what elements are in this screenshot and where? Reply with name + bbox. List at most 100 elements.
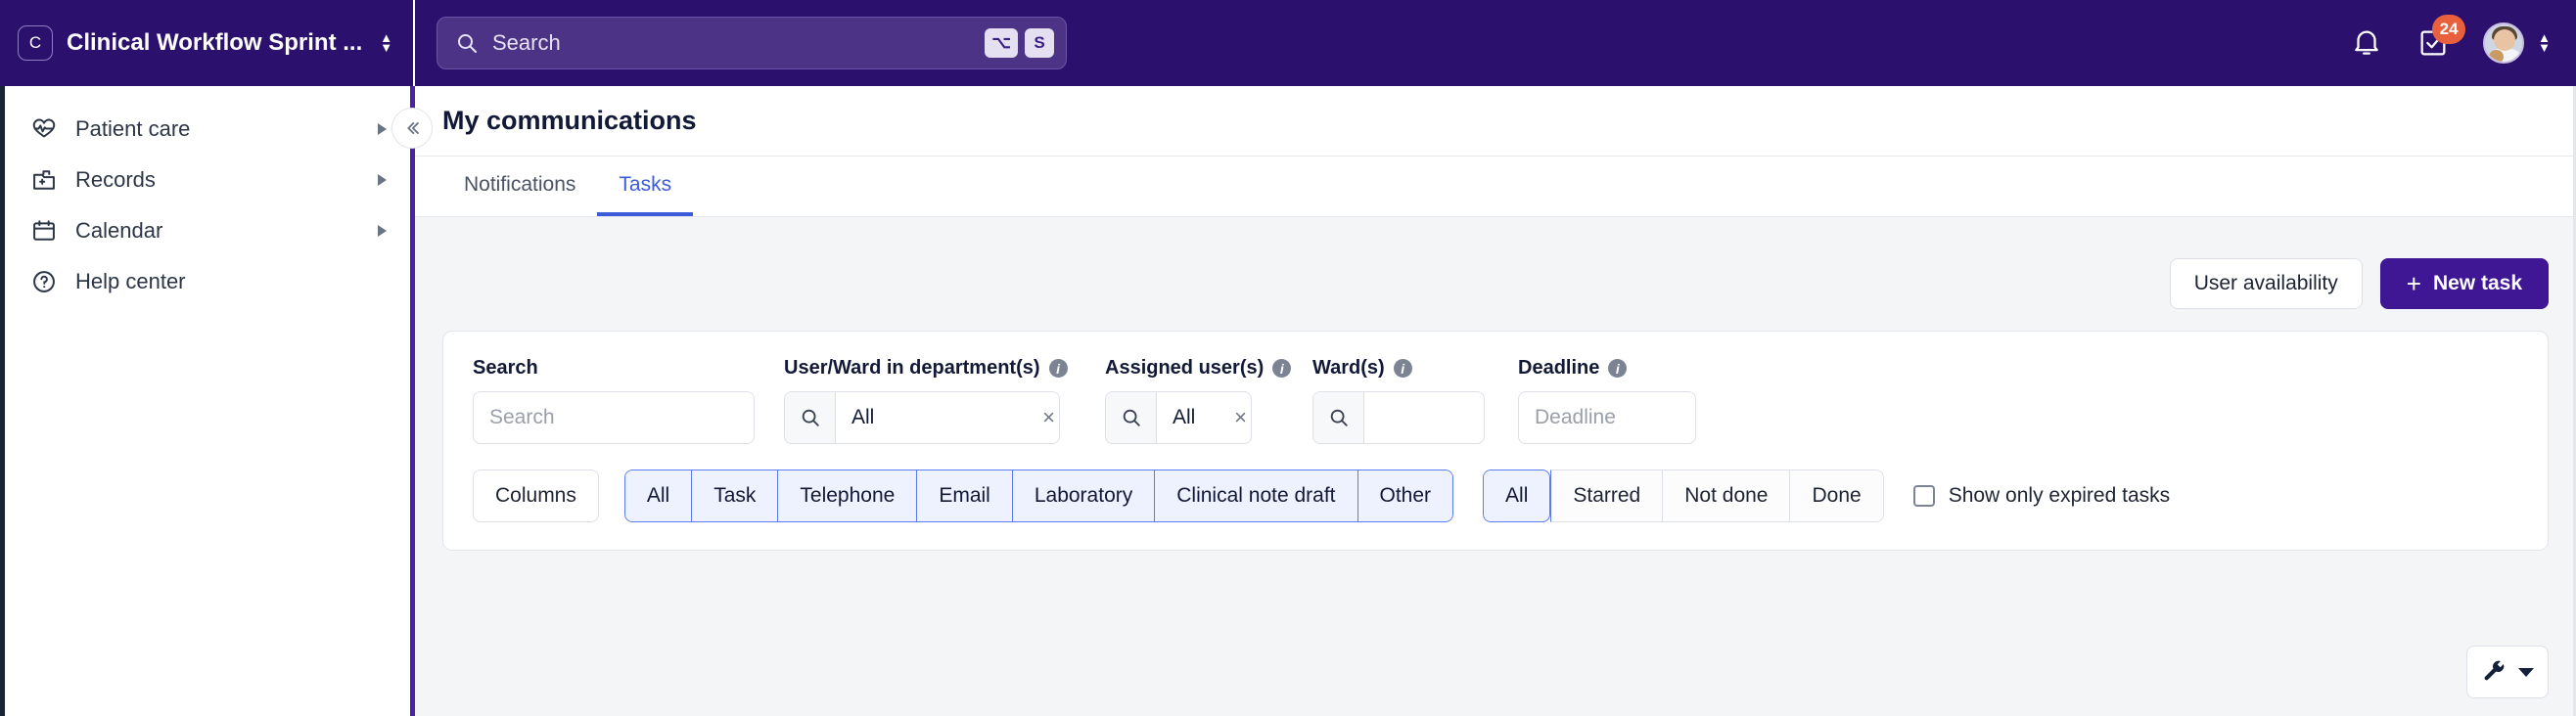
question-circle-icon	[30, 268, 58, 295]
caret-down-icon	[2518, 668, 2534, 677]
sidebar-item-patient-care[interactable]: Patient care	[5, 104, 410, 155]
assigned-user-input-body[interactable]: All	[1157, 406, 1230, 429]
workspace-switch-icon[interactable]: ▲▼	[380, 33, 392, 53]
filter-assigned-user-label-text: Assigned user(s)	[1105, 357, 1264, 380]
sidebar-collapse-button[interactable]	[391, 108, 433, 149]
department-value: All	[851, 406, 874, 429]
workspace-name: Clinical Workflow Sprint ...	[67, 29, 362, 57]
filter-search: Search Search	[473, 357, 755, 444]
status-filter-group: All Starred Not done Done	[1483, 470, 1884, 522]
assigned-user-input[interactable]: All ×	[1105, 391, 1252, 444]
assigned-user-value: All	[1173, 406, 1195, 429]
filter-department-label: User/Ward in department(s) i	[784, 357, 1060, 380]
expired-tasks-checkbox[interactable]: Show only expired tasks	[1913, 484, 2170, 508]
tab-bar: Notifications Tasks	[415, 157, 2576, 217]
sidebar-item-label: Records	[75, 167, 360, 193]
submenu-caret-icon	[378, 123, 387, 135]
sidebar-item-label: Calendar	[75, 218, 360, 244]
expired-tasks-label: Show only expired tasks	[1949, 484, 2170, 508]
user-availability-button[interactable]: User availability	[2170, 258, 2363, 309]
filter-deadline: Deadline i Deadline	[1518, 357, 1696, 444]
tab-tasks[interactable]: Tasks	[597, 157, 693, 216]
filter-search-label: Search	[473, 357, 755, 380]
type-filter-email[interactable]: Email	[916, 470, 1012, 522]
workspace-logo: C	[18, 25, 53, 61]
top-bar: C Clinical Workflow Sprint ... ▲▼ Search…	[0, 0, 2576, 86]
global-search-input[interactable]: Search	[479, 30, 985, 56]
sidebar: Patient care Records Calendar	[5, 86, 410, 716]
heart-pulse-icon	[30, 115, 58, 143]
department-input-body[interactable]: All	[836, 406, 1038, 429]
page-title: My communications	[442, 106, 697, 136]
task-checkbox-icon[interactable]: 24	[2416, 26, 2450, 60]
type-filter-laboratory[interactable]: Laboratory	[1012, 470, 1154, 522]
search-input-placeholder: Search	[489, 406, 555, 429]
search-icon	[1106, 392, 1157, 443]
user-menu[interactable]: ▲▼	[2483, 22, 2551, 64]
info-icon[interactable]: i	[1608, 359, 1627, 378]
filter-ward: Ward(s) i	[1312, 357, 1485, 444]
page-header: My communications	[415, 86, 2576, 157]
submenu-caret-icon	[378, 174, 387, 186]
shortcut-key-option: ⌥	[985, 28, 1018, 58]
filter-ward-label: Ward(s) i	[1312, 357, 1485, 380]
top-bar-actions: 24 ▲▼	[2350, 0, 2576, 86]
tab-notifications[interactable]: Notifications	[442, 157, 597, 216]
type-filter-clinical-note-draft[interactable]: Clinical note draft	[1154, 470, 1357, 522]
type-filter-group: All Task Telephone Email Laboratory Clin…	[624, 470, 1453, 522]
info-icon[interactable]: i	[1272, 359, 1291, 378]
content-area: User availability + New task Search Sear…	[415, 217, 2576, 551]
type-filter-other[interactable]: Other	[1357, 470, 1454, 522]
type-filter-telephone[interactable]: Telephone	[777, 470, 916, 522]
filter-buttons-row: Columns All Task Telephone Email Laborat…	[473, 470, 2518, 522]
department-input[interactable]: All ×	[784, 391, 1060, 444]
filter-assigned-user: Assigned user(s) i All ×	[1105, 357, 1252, 444]
checkbox-box[interactable]	[1913, 485, 1935, 507]
filter-department-label-text: User/Ward in department(s)	[784, 357, 1040, 380]
type-filter-task[interactable]: Task	[691, 470, 777, 522]
folder-plus-icon	[30, 166, 58, 194]
filter-deadline-label-text: Deadline	[1518, 357, 1599, 380]
search-input[interactable]: Search	[473, 391, 755, 444]
type-filter-all[interactable]: All	[624, 470, 691, 522]
bell-icon[interactable]	[2350, 26, 2383, 60]
filter-assigned-user-label: Assigned user(s) i	[1105, 357, 1252, 380]
user-menu-chevron-icon[interactable]: ▲▼	[2538, 33, 2551, 53]
status-filter-starred[interactable]: Starred	[1550, 470, 1662, 522]
wrench-icon	[2482, 659, 2507, 685]
filter-panel: Search Search User/Ward in department(s)…	[442, 331, 2549, 551]
sidebar-item-records[interactable]: Records	[5, 155, 410, 205]
filter-ward-label-text: Ward(s)	[1312, 357, 1385, 380]
plus-icon: +	[2407, 271, 2421, 296]
search-icon	[1313, 392, 1364, 443]
info-icon[interactable]: i	[1394, 359, 1412, 378]
clear-x-icon[interactable]: ×	[1038, 407, 1059, 428]
search-shortcut-hint: ⌥ S	[985, 28, 1054, 58]
status-filter-not-done[interactable]: Not done	[1662, 470, 1789, 522]
search-icon	[785, 392, 836, 443]
filter-fields-row: Search Search User/Ward in department(s)…	[473, 357, 2518, 444]
status-filter-all[interactable]: All	[1483, 470, 1550, 522]
shortcut-key-s: S	[1025, 28, 1054, 58]
avatar	[2483, 22, 2524, 64]
ward-input[interactable]	[1312, 391, 1485, 444]
calendar-icon	[30, 217, 58, 245]
clear-x-icon[interactable]: ×	[1230, 407, 1251, 428]
tools-dropdown-button[interactable]	[2466, 646, 2549, 698]
deadline-input[interactable]: Deadline	[1518, 391, 1696, 444]
filter-deadline-label: Deadline i	[1518, 357, 1696, 380]
sidebar-item-label: Patient care	[75, 116, 360, 142]
new-task-button[interactable]: + New task	[2380, 258, 2549, 309]
search-icon	[455, 31, 479, 55]
status-filter-done[interactable]: Done	[1789, 470, 1883, 522]
sidebar-item-calendar[interactable]: Calendar	[5, 205, 410, 256]
global-search[interactable]: Search ⌥ S	[437, 17, 1067, 69]
sidebar-item-label: Help center	[75, 269, 387, 294]
tasks-badge: 24	[2432, 15, 2465, 44]
submenu-caret-icon	[378, 225, 387, 237]
main-content: My communications Notifications Tasks Us…	[415, 86, 2576, 716]
info-icon[interactable]: i	[1049, 359, 1068, 378]
columns-button[interactable]: Columns	[473, 470, 599, 522]
workspace-switcher[interactable]: C Clinical Workflow Sprint ... ▲▼	[0, 0, 415, 86]
sidebar-item-help-center[interactable]: Help center	[5, 256, 410, 307]
